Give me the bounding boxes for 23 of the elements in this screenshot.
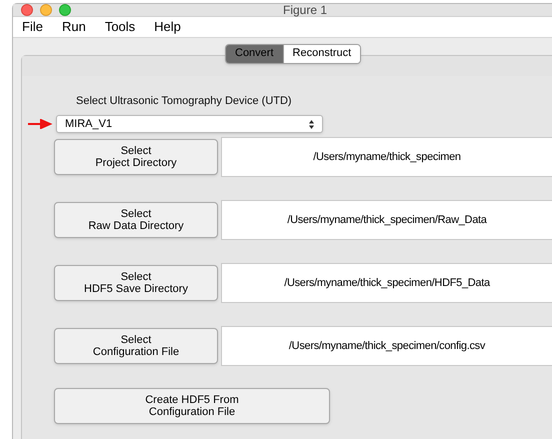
path-field[interactable]: /Users/myname/thick_specimen/HDF5_Data <box>221 263 552 303</box>
menu-item[interactable]: Run <box>62 17 86 36</box>
menu-item[interactable]: Tools <box>104 17 136 36</box>
arrow-icon <box>28 119 53 129</box>
stepper-icon <box>309 120 314 128</box>
select-button[interactable]: Select Raw Data Directory <box>54 202 218 238</box>
path-field[interactable]: /Users/myname/thick_specimen/config.csv <box>221 326 552 366</box>
select-button[interactable]: Select Configuration File <box>54 328 218 364</box>
zoom-icon[interactable] <box>59 4 71 16</box>
minimize-icon[interactable] <box>40 4 52 16</box>
select-button[interactable]: Select Project Directory <box>54 139 218 175</box>
path-field[interactable]: /Users/myname/thick_specimen <box>221 137 552 177</box>
path-field[interactable]: /Users/myname/thick_specimen/Raw_Data <box>221 200 552 240</box>
tab[interactable]: Reconstruct <box>282 44 360 62</box>
tab[interactable]: Convert <box>226 44 283 62</box>
device-dropdown[interactable]: MIRA_V1 <box>56 115 323 133</box>
window-title: Figure 1 <box>283 2 328 19</box>
select-button[interactable]: Select HDF5 Save Directory <box>54 265 218 301</box>
menu-item[interactable]: File <box>22 17 43 36</box>
menu-item[interactable]: Help <box>154 17 181 36</box>
device-label: Select Ultrasonic Tomography Device (UTD) <box>76 94 292 106</box>
create-hdf5-button[interactable]: Create HDF5 From Configuration File <box>54 388 330 424</box>
close-icon[interactable] <box>21 4 33 16</box>
